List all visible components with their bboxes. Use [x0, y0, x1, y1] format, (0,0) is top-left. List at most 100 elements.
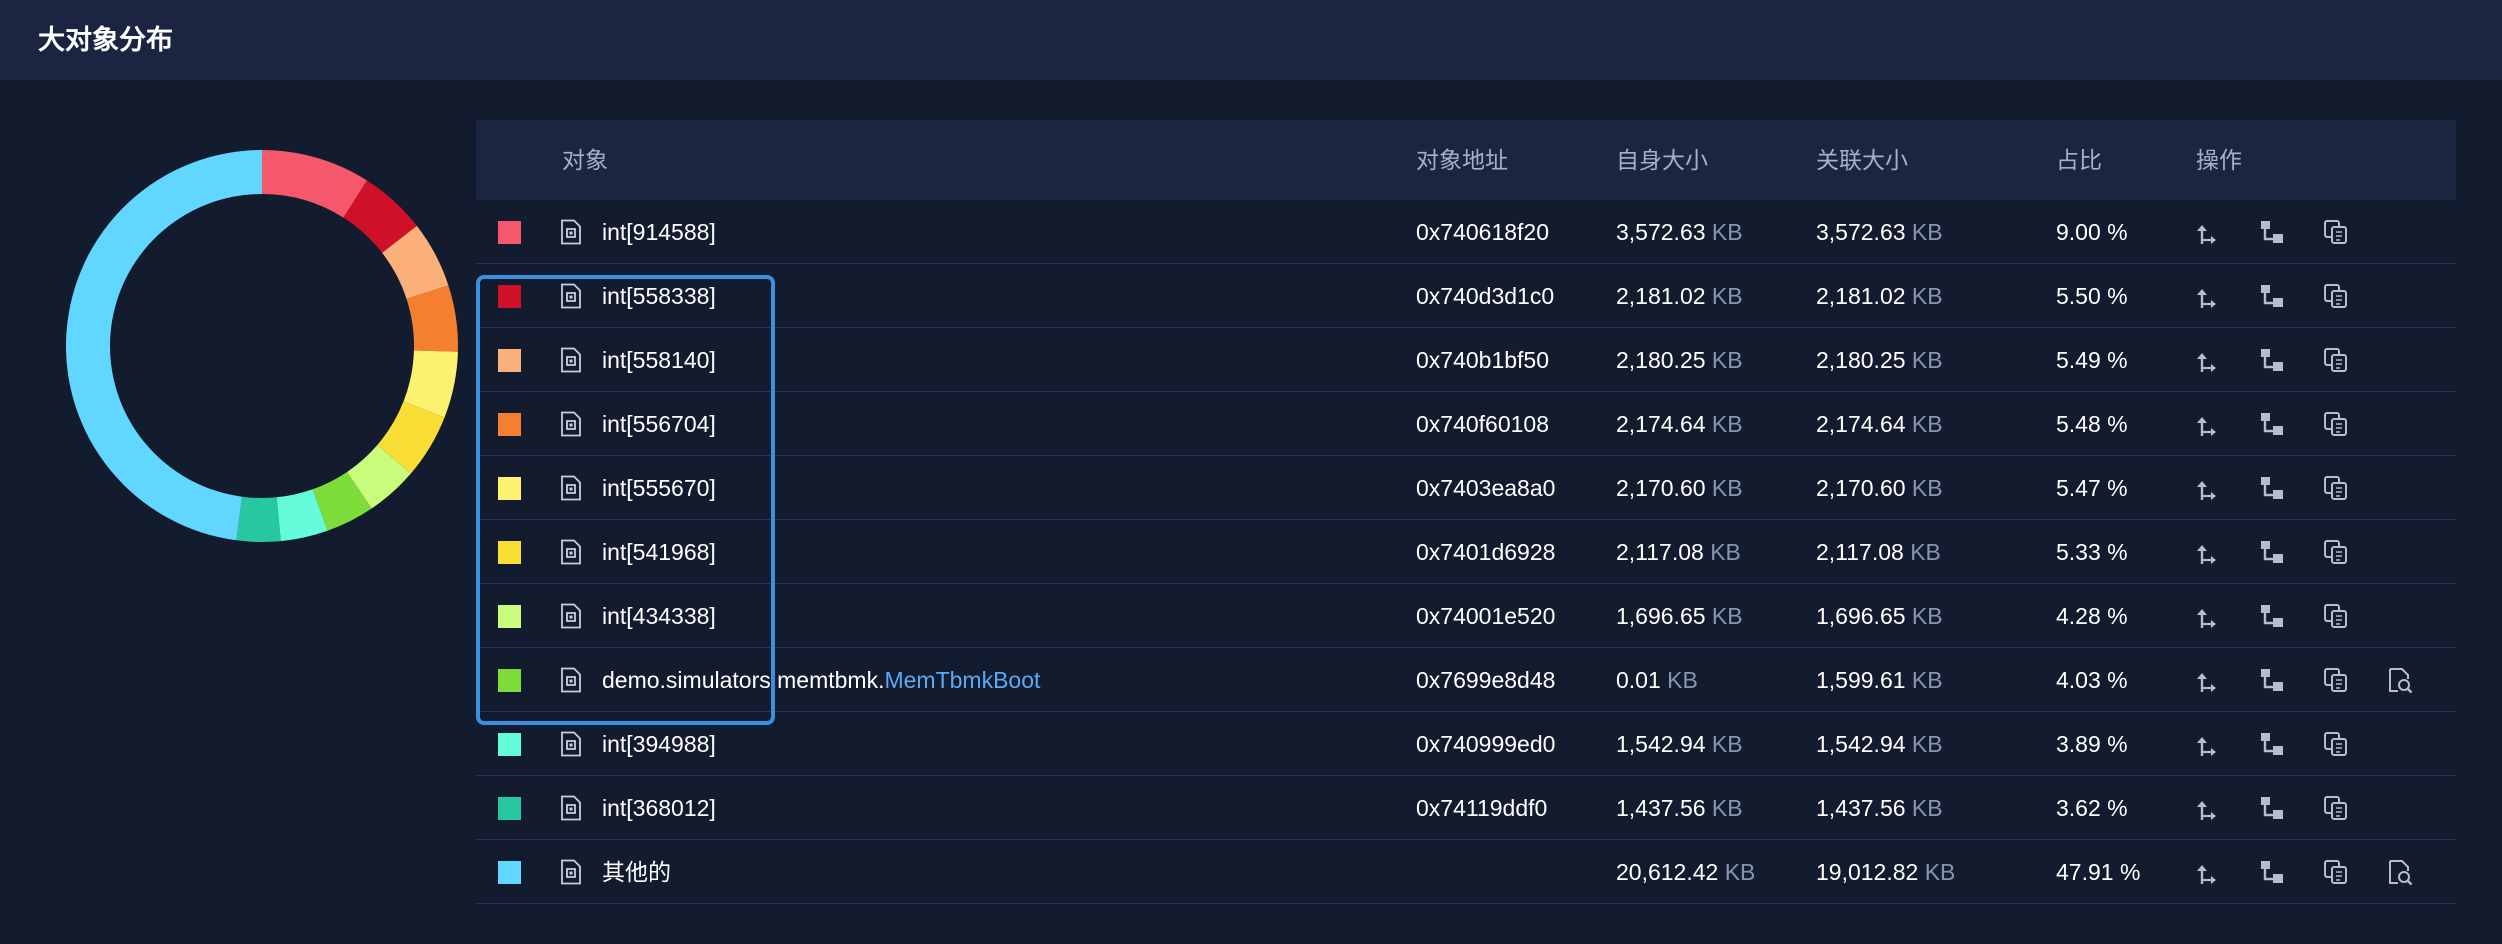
size-unit: KB — [1911, 603, 1943, 629]
copy-icon[interactable] — [2322, 666, 2350, 694]
incoming-reference-icon[interactable] — [2258, 602, 2286, 630]
self-size-value: 2,117.08 — [1616, 539, 1704, 565]
outgoing-reference-icon[interactable] — [2194, 410, 2222, 438]
outgoing-reference-icon[interactable] — [2194, 730, 2222, 758]
object-name-text: int[556704] — [602, 411, 716, 437]
object-name: int[556704] — [602, 392, 716, 456]
inspect-icon[interactable] — [2386, 858, 2414, 886]
copy-icon[interactable] — [2322, 730, 2350, 758]
self-size-value: 1,437.56 — [1616, 795, 1706, 821]
outgoing-reference-icon[interactable] — [2194, 666, 2222, 694]
table-header: 对象 对象地址 自身大小 关联大小 占比 操作 — [476, 120, 2456, 200]
copy-icon[interactable] — [2322, 602, 2350, 630]
object-name: 其他的 — [602, 840, 671, 904]
object-address: 0x740618f20 — [1416, 219, 1550, 245]
incoming-reference-icon[interactable] — [2258, 730, 2286, 758]
table-row[interactable]: 其他的 20,612.42 KB 19,012.82 KB 47.91 % — [476, 840, 2456, 904]
retained-size-value: 3,572.63 — [1816, 219, 1906, 245]
table-row[interactable]: demo.simulators.memtbmk.MemTbmkBoot 0x769… — [476, 648, 2456, 712]
table-row[interactable]: int[555670] 0x7403ea8a0 2,170.60 KB 2,170.6… — [476, 456, 2456, 520]
outgoing-reference-icon[interactable] — [2194, 794, 2222, 822]
outgoing-reference-icon[interactable] — [2194, 858, 2222, 886]
object-name: int[394988] — [602, 712, 716, 776]
table-row[interactable]: int[556704] 0x740f60108 2,174.64 KB 2,174.6… — [476, 392, 2456, 456]
panel-header: 大对象分布 — [0, 0, 2502, 80]
column-header-ratio: 占比 — [2056, 147, 2102, 173]
object-address: 0x740999ed0 — [1416, 731, 1556, 757]
incoming-reference-icon[interactable] — [2258, 474, 2286, 502]
self-size-value: 0.01 — [1616, 667, 1661, 693]
retained-size-value: 1,599.61 — [1816, 667, 1906, 693]
retained-size: 2,174.64 KB — [1816, 392, 1943, 456]
incoming-reference-icon[interactable] — [2258, 218, 2286, 246]
self-size: 1,542.94 KB — [1616, 712, 1743, 776]
copy-icon[interactable] — [2322, 346, 2350, 374]
size-unit: KB — [1911, 347, 1943, 373]
copy-icon[interactable] — [2322, 474, 2350, 502]
donut-slice[interactable] — [65, 150, 262, 541]
retained-size: 1,437.56 KB — [1816, 776, 1943, 840]
size-unit: KB — [1711, 411, 1743, 437]
table-row[interactable]: int[541968] 0x7401d6928 2,117.08 KB 2,117.0… — [476, 520, 2456, 584]
copy-icon[interactable] — [2322, 794, 2350, 822]
ratio-value: 5.48 % — [2056, 411, 2128, 437]
table-row[interactable]: int[394988] 0x740999ed0 1,542.94 KB 1,542.9… — [476, 712, 2456, 776]
document-icon — [560, 347, 582, 373]
copy-icon[interactable] — [2322, 858, 2350, 886]
copy-icon[interactable] — [2322, 538, 2350, 566]
incoming-reference-icon[interactable] — [2258, 410, 2286, 438]
retained-size: 1,599.61 KB — [1816, 648, 1943, 712]
outgoing-reference-icon[interactable] — [2194, 218, 2222, 246]
object-address: 0x740f60108 — [1416, 411, 1550, 437]
document-icon — [560, 219, 582, 245]
document-icon — [560, 411, 582, 437]
incoming-reference-icon[interactable] — [2258, 346, 2286, 374]
outgoing-reference-icon[interactable] — [2194, 346, 2222, 374]
table-row[interactable]: int[368012] 0x74119ddf0 1,437.56 KB 1,437.5… — [476, 776, 2456, 840]
outgoing-reference-icon[interactable] — [2194, 474, 2222, 502]
table-row[interactable]: int[434338] 0x74001e520 1,696.65 KB 1,696.6… — [476, 584, 2456, 648]
inspect-icon[interactable] — [2386, 666, 2414, 694]
object-address: 0x7403ea8a0 — [1416, 475, 1556, 501]
outgoing-reference-icon[interactable] — [2194, 282, 2222, 310]
panel-title: 大对象分布 — [38, 25, 173, 55]
retained-size-value: 19,012.82 — [1816, 859, 1919, 885]
object-name: int[555670] — [602, 456, 716, 520]
table-row[interactable]: int[558140] 0x740b1bf50 2,180.25 KB 2,180.2… — [476, 328, 2456, 392]
incoming-reference-icon[interactable] — [2258, 282, 2286, 310]
copy-icon[interactable] — [2322, 282, 2350, 310]
size-unit: KB — [1910, 539, 1941, 565]
legend-color-swatch — [498, 221, 521, 244]
object-address: 0x740b1bf50 — [1416, 347, 1550, 373]
object-class-link[interactable]: MemTbmkBoot — [884, 667, 1040, 693]
ratio-value: 47.91 % — [2056, 859, 2141, 885]
ratio-value: 3.62 % — [2056, 795, 2128, 821]
self-size: 2,181.02 KB — [1616, 264, 1743, 328]
copy-icon[interactable] — [2322, 218, 2350, 246]
object-name-text: int[434338] — [602, 603, 716, 629]
legend-color-swatch — [498, 285, 521, 308]
incoming-reference-icon[interactable] — [2258, 794, 2286, 822]
object-address: 0x7699e8d48 — [1416, 667, 1556, 693]
incoming-reference-icon[interactable] — [2258, 666, 2286, 694]
donut-slice[interactable] — [236, 496, 281, 542]
outgoing-reference-icon[interactable] — [2194, 538, 2222, 566]
outgoing-reference-icon[interactable] — [2194, 602, 2222, 630]
legend-color-swatch — [498, 797, 521, 820]
incoming-reference-icon[interactable] — [2258, 538, 2286, 566]
size-unit: KB — [1711, 283, 1743, 309]
retained-size: 19,012.82 KB — [1816, 840, 1955, 904]
ratio-value: 4.28 % — [2056, 603, 2128, 629]
size-unit: KB — [1911, 667, 1943, 693]
incoming-reference-icon[interactable] — [2258, 858, 2286, 886]
self-size: 1,696.65 KB — [1616, 584, 1743, 648]
table-row[interactable]: int[558338] 0x740d3d1c0 2,181.02 KB 2,181.0… — [476, 264, 2456, 328]
object-address: 0x74001e520 — [1416, 603, 1556, 629]
object-name: int[914588] — [602, 200, 716, 264]
self-size: 2,174.64 KB — [1616, 392, 1743, 456]
retained-size-value: 2,181.02 — [1816, 283, 1906, 309]
copy-icon[interactable] — [2322, 410, 2350, 438]
column-header-retained-size: 关联大小 — [1816, 147, 1908, 173]
retained-size: 2,117.08 KB — [1816, 520, 1941, 584]
table-row[interactable]: int[914588] 0x740618f20 3,572.63 KB 3,572.6… — [476, 200, 2456, 264]
